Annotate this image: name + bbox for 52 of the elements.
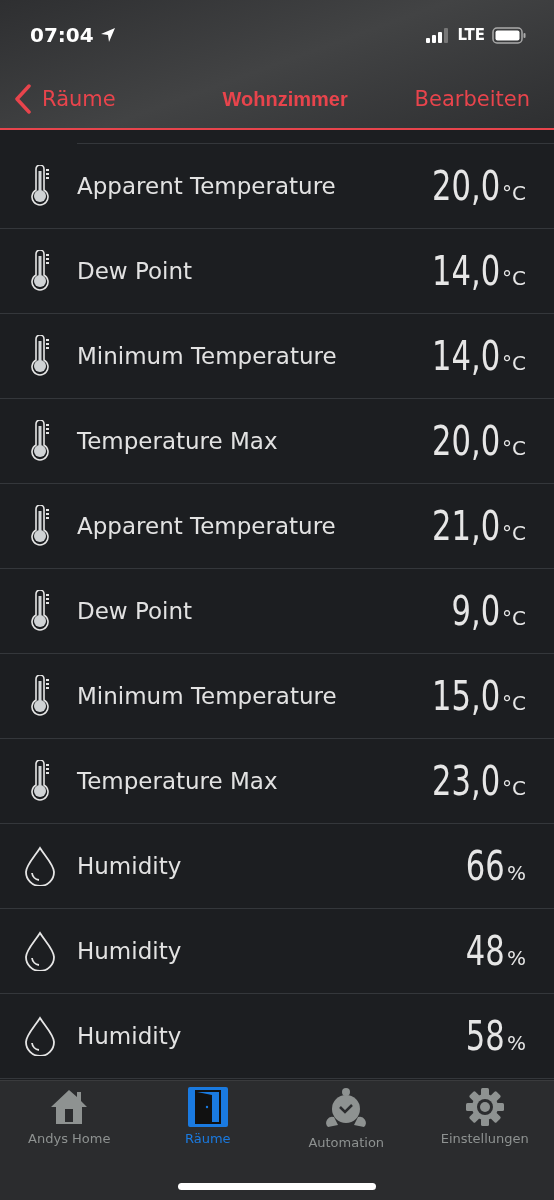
door-icon bbox=[187, 1087, 228, 1127]
sensor-value: 14,0 bbox=[431, 333, 501, 379]
unit-label: °C bbox=[502, 776, 526, 800]
unit-label: °C bbox=[502, 351, 526, 375]
sensor-name: Apparent Temperature bbox=[77, 173, 337, 199]
back-button[interactable]: Räume bbox=[14, 84, 116, 114]
tab-item[interactable]: Räume bbox=[138, 1087, 277, 1150]
sensor-value: 23,0 bbox=[431, 758, 501, 804]
sensor-value: 20,0 bbox=[431, 163, 501, 209]
sensor-name: Humidity bbox=[77, 938, 183, 964]
battery-icon bbox=[492, 26, 526, 44]
sensor-value: 15,0 bbox=[431, 673, 501, 719]
house-icon bbox=[49, 1087, 90, 1127]
unit-label: % bbox=[507, 1031, 526, 1055]
sensor-value: 48 bbox=[466, 928, 505, 974]
unit-label: °C bbox=[502, 436, 526, 460]
tab-item[interactable]: Einstellungen bbox=[415, 1087, 554, 1150]
unit-label: % bbox=[507, 946, 526, 970]
unit-label: °C bbox=[502, 181, 526, 205]
sensor-name: Minimum Temperature bbox=[77, 343, 338, 369]
network-label: LTE bbox=[457, 26, 485, 44]
water-drop-icon bbox=[23, 1016, 57, 1056]
chevron-left-icon bbox=[14, 84, 32, 114]
sensor-name: Apparent Temperature bbox=[77, 513, 337, 539]
sensor-name: Minimum Temperature bbox=[77, 683, 338, 709]
water-drop-icon bbox=[23, 931, 57, 971]
edit-button[interactable]: Bearbeiten bbox=[414, 87, 530, 111]
sensor-value: 21,0 bbox=[431, 503, 501, 549]
unit-label: % bbox=[507, 861, 526, 885]
unit-label: °C bbox=[502, 606, 526, 630]
water-drop-icon bbox=[23, 846, 57, 886]
screen-title: Wohnzimmer bbox=[222, 87, 348, 111]
sensor-value: 58 bbox=[466, 1013, 505, 1059]
tab-item[interactable]: Andys Home bbox=[0, 1087, 139, 1150]
tab-item[interactable]: Automation bbox=[277, 1087, 416, 1150]
sensor-value: 20,0 bbox=[431, 418, 501, 464]
sensor-value: 66 bbox=[466, 843, 505, 889]
sensor-name: Dew Point bbox=[77, 258, 194, 284]
sensor-name: Temperature Max bbox=[77, 428, 279, 454]
unit-label: °C bbox=[502, 266, 526, 290]
clock-time: 07:04 bbox=[30, 23, 94, 47]
sensor-name: Dew Point bbox=[77, 598, 194, 624]
sensor-value: 14,0 bbox=[431, 248, 501, 294]
sensor-name: Humidity bbox=[77, 1023, 183, 1049]
sensor-name: Temperature Max bbox=[77, 768, 279, 794]
sensor-name: Humidity bbox=[77, 853, 183, 879]
signal-icon bbox=[426, 27, 451, 43]
settings-icon bbox=[464, 1087, 505, 1127]
unit-label: °C bbox=[502, 521, 526, 545]
sensor-value: 9,0 bbox=[451, 588, 501, 634]
location-arrow-icon bbox=[99, 27, 116, 43]
unit-label: °C bbox=[502, 691, 526, 715]
